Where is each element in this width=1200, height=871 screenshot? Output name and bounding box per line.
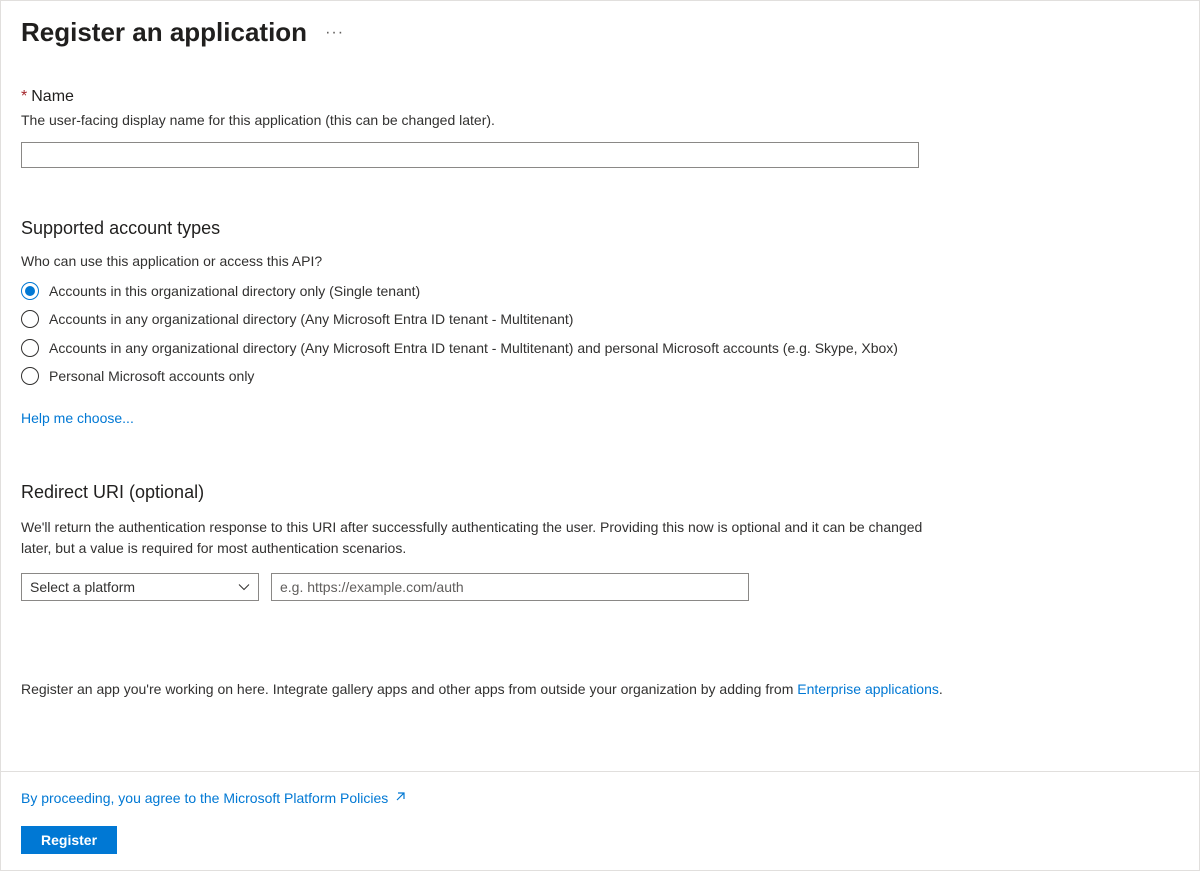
radio-icon [21, 367, 39, 385]
radio-single-tenant[interactable]: Accounts in this organizational director… [21, 281, 941, 301]
name-label-text: Name [31, 88, 74, 105]
redirect-uri-description: We'll return the authentication response… [21, 517, 931, 559]
register-application-page: Register an application ··· *Name The us… [0, 0, 1200, 871]
page-title: Register an application [21, 17, 307, 48]
footer: By proceeding, you agree to the Microsof… [1, 771, 1199, 870]
radio-label: Personal Microsoft accounts only [49, 366, 254, 386]
enterprise-applications-link[interactable]: Enterprise applications [797, 681, 939, 697]
policy-link-text: By proceeding, you agree to the Microsof… [21, 790, 388, 806]
required-asterisk: * [21, 88, 27, 105]
help-me-choose-link[interactable]: Help me choose... [21, 410, 134, 426]
name-input[interactable] [21, 142, 919, 168]
redirect-uri-input[interactable] [271, 573, 749, 601]
account-types-question: Who can use this application or access t… [21, 253, 1179, 269]
name-description: The user-facing display name for this ap… [21, 112, 1179, 128]
radio-icon [21, 339, 39, 357]
redirect-uri-heading: Redirect URI (optional) [21, 482, 1179, 503]
radio-label: Accounts in this organizational director… [49, 281, 420, 301]
note-suffix: . [939, 681, 943, 697]
name-label: *Name [21, 88, 1179, 106]
account-types-radio-group: Accounts in this organizational director… [21, 281, 1179, 386]
radio-multitenant-personal[interactable]: Accounts in any organizational directory… [21, 338, 941, 358]
platform-dropdown[interactable]: Select a platform [21, 573, 259, 601]
register-button[interactable]: Register [21, 826, 117, 854]
enterprise-apps-note: Register an app you're working on here. … [21, 681, 1179, 697]
page-header: Register an application ··· [21, 17, 1179, 48]
platform-policies-link[interactable]: By proceeding, you agree to the Microsof… [21, 790, 406, 806]
radio-personal-only[interactable]: Personal Microsoft accounts only [21, 366, 941, 386]
radio-icon [21, 310, 39, 328]
account-types-heading: Supported account types [21, 218, 1179, 239]
chevron-down-icon [238, 581, 250, 593]
radio-label: Accounts in any organizational directory… [49, 338, 898, 358]
more-actions-icon[interactable]: ··· [325, 25, 344, 41]
note-prefix: Register an app you're working on here. … [21, 681, 797, 697]
radio-label: Accounts in any organizational directory… [49, 309, 573, 329]
redirect-uri-row: Select a platform [21, 573, 1179, 601]
main-content: Register an application ··· *Name The us… [1, 1, 1199, 771]
radio-multitenant[interactable]: Accounts in any organizational directory… [21, 309, 941, 329]
radio-icon [21, 282, 39, 300]
platform-dropdown-value: Select a platform [30, 579, 135, 595]
external-link-icon [394, 790, 406, 806]
